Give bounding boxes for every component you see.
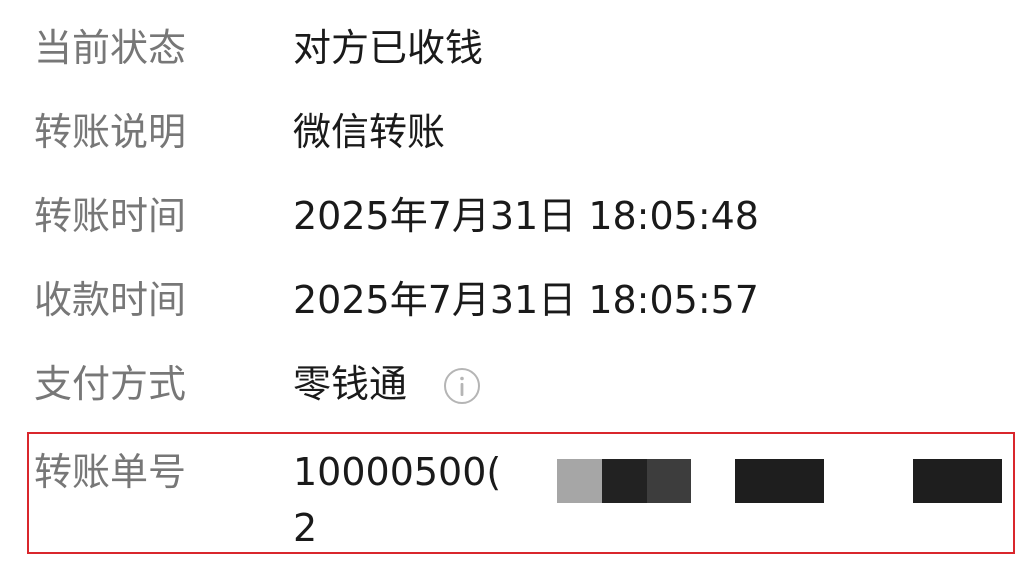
receive-time-value: 2025年7月31日 18:05:57	[293, 278, 759, 322]
status-label: 当前状态	[34, 26, 187, 70]
transfer-time-value: 2025年7月31日 18:05:48	[293, 194, 759, 238]
note-value: 微信转账	[293, 110, 446, 154]
info-icon[interactable]	[443, 367, 481, 405]
status-value: 对方已收钱	[293, 26, 484, 70]
redacted-block	[913, 459, 1002, 503]
payment-method-label: 支付方式	[34, 362, 187, 406]
detail-row-note: 转账说明 微信转账	[0, 106, 1034, 190]
payment-method-value: 零钱通	[293, 362, 408, 406]
order-number-label: 转账单号	[34, 450, 187, 494]
redacted-block	[735, 459, 824, 503]
order-number-value-continued: 2	[293, 506, 318, 550]
redacted-block	[647, 459, 691, 503]
transfer-time-label: 转账时间	[34, 194, 187, 238]
redacted-block	[602, 459, 647, 503]
note-label: 转账说明	[34, 110, 187, 154]
redacted-block	[557, 459, 602, 503]
detail-row-status: 当前状态 对方已收钱	[0, 22, 1034, 106]
receive-time-label: 收款时间	[34, 278, 187, 322]
detail-row-transfer-time: 转账时间 2025年7月31日 18:05:48	[0, 190, 1034, 274]
order-number-value: 10000500(	[293, 450, 502, 494]
detail-row-payment-method: 支付方式 零钱通	[0, 358, 1034, 442]
detail-row-receive-time: 收款时间 2025年7月31日 18:05:57	[0, 274, 1034, 358]
